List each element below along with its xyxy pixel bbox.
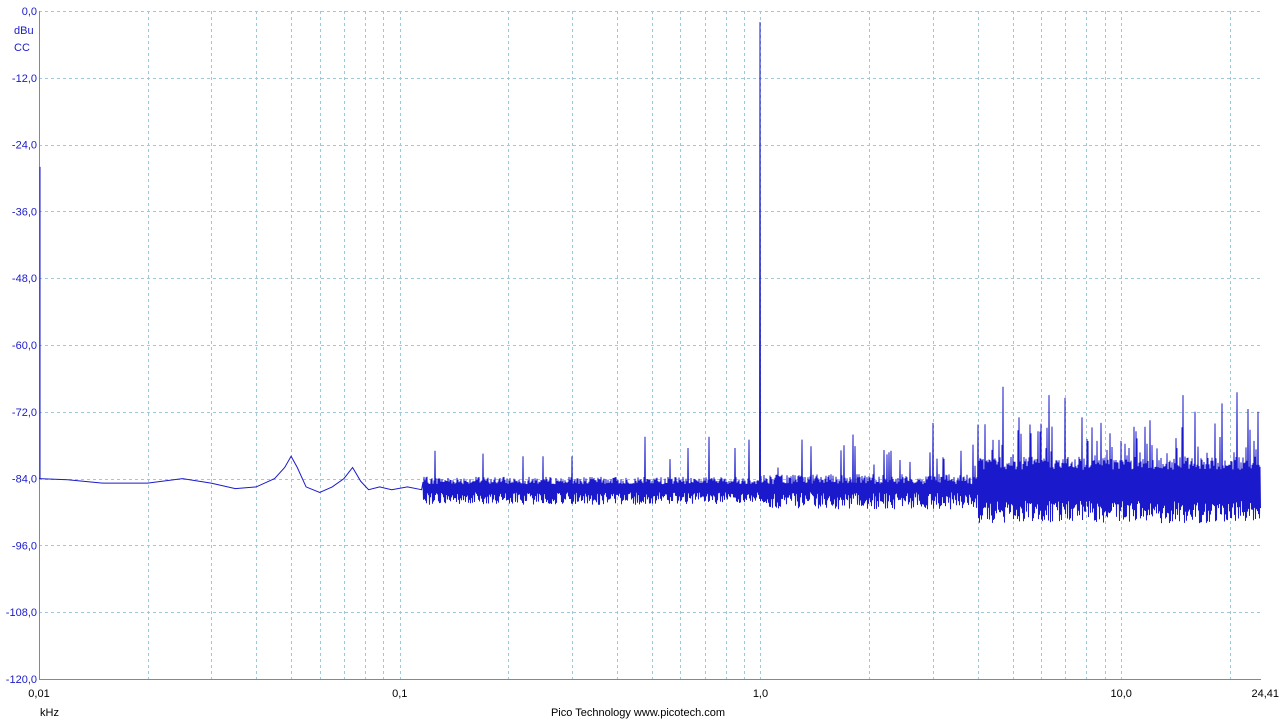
y-tick-label: -108,0 <box>6 607 37 619</box>
y-tick-label: -48,0 <box>12 273 37 285</box>
y-tick-label: -96,0 <box>12 540 37 552</box>
x-axis-unit: kHz <box>40 707 59 719</box>
footer-brand: Pico Technology www.picotech.com <box>551 707 725 719</box>
spectrum-chart: 0,0 -12,0 -24,0 -36,0 -48,0 -60,0 -72,0 -84,0 -9… <box>6 6 1279 719</box>
x-tick-label: 1,0 <box>753 688 768 700</box>
y-tick-label: -84,0 <box>12 474 37 486</box>
y-tick-label: -60,0 <box>12 340 37 352</box>
x-tick-label: 0,01 <box>28 688 49 700</box>
y-tick-label: -36,0 <box>12 206 37 218</box>
y-axis-coupling: CC <box>14 42 30 54</box>
x-tick-label: 24,41 <box>1251 688 1279 700</box>
spectrum-trace <box>38 22 1261 524</box>
y-tick-label: -12,0 <box>12 73 37 85</box>
major-gridlines <box>39 11 1261 680</box>
y-tick-label: -120,0 <box>6 674 37 686</box>
y-tick-label: 0,0 <box>22 6 37 18</box>
y-tick-label: -24,0 <box>12 140 37 152</box>
y-axis-ticks: 0,0 -12,0 -24,0 -36,0 -48,0 -60,0 -72,0 -84,0 -9… <box>6 6 37 686</box>
y-tick-label: -72,0 <box>12 407 37 419</box>
x-tick-label: 10,0 <box>1110 688 1131 700</box>
y-axis-unit: dBu <box>14 25 34 37</box>
x-axis-ticks: 0,01 0,1 1,0 10,0 24,41 <box>28 688 1279 700</box>
x-tick-label: 0,1 <box>392 688 407 700</box>
